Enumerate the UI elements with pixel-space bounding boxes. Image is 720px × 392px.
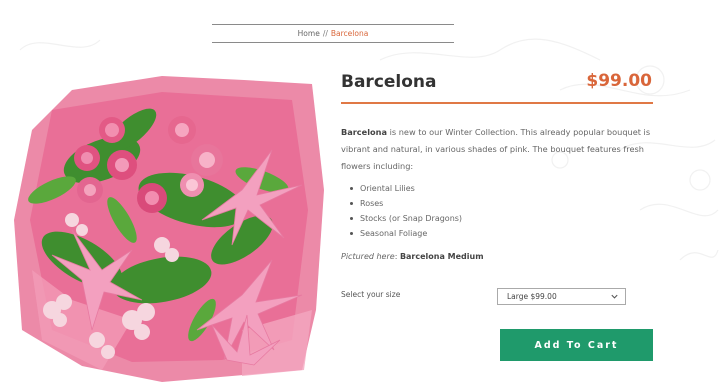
- product-title: Barcelona: [341, 72, 437, 92]
- size-select[interactable]: Large $99.00: [497, 288, 626, 305]
- size-label: Select your size: [341, 290, 401, 299]
- description-lead: Barcelona: [341, 127, 387, 137]
- product-description: Barcelona is new to our Winter Collectio…: [341, 124, 653, 175]
- size-select-value: Large $99.00: [507, 292, 557, 301]
- list-item: Seasonal Foliage: [348, 226, 648, 241]
- product-image: [14, 76, 324, 382]
- product-title-row: Barcelona $99.00: [341, 70, 653, 104]
- description-text: is new to our Winter Collection. This al…: [341, 127, 651, 171]
- pictured-here-note: Pictured here: Barcelona Medium: [341, 252, 484, 261]
- pictured-value: Barcelona Medium: [399, 252, 484, 261]
- breadcrumb: Home // Barcelona: [212, 24, 454, 43]
- add-to-cart-button[interactable]: Add To Cart: [500, 329, 653, 361]
- breadcrumb-home-link[interactable]: Home: [298, 29, 320, 38]
- list-item: Roses: [348, 196, 648, 211]
- pictured-label: Pictured here: [341, 252, 395, 261]
- chevron-down-icon: [611, 294, 618, 299]
- breadcrumb-current: Barcelona: [330, 29, 369, 38]
- list-item: Stocks (or Snap Dragons): [348, 211, 648, 226]
- list-item: Oriental Lilies: [348, 181, 648, 196]
- product-price: $99.00: [586, 71, 652, 91]
- breadcrumb-separator: //: [322, 29, 328, 38]
- feature-list: Oriental Lilies Roses Stocks (or Snap Dr…: [348, 181, 648, 241]
